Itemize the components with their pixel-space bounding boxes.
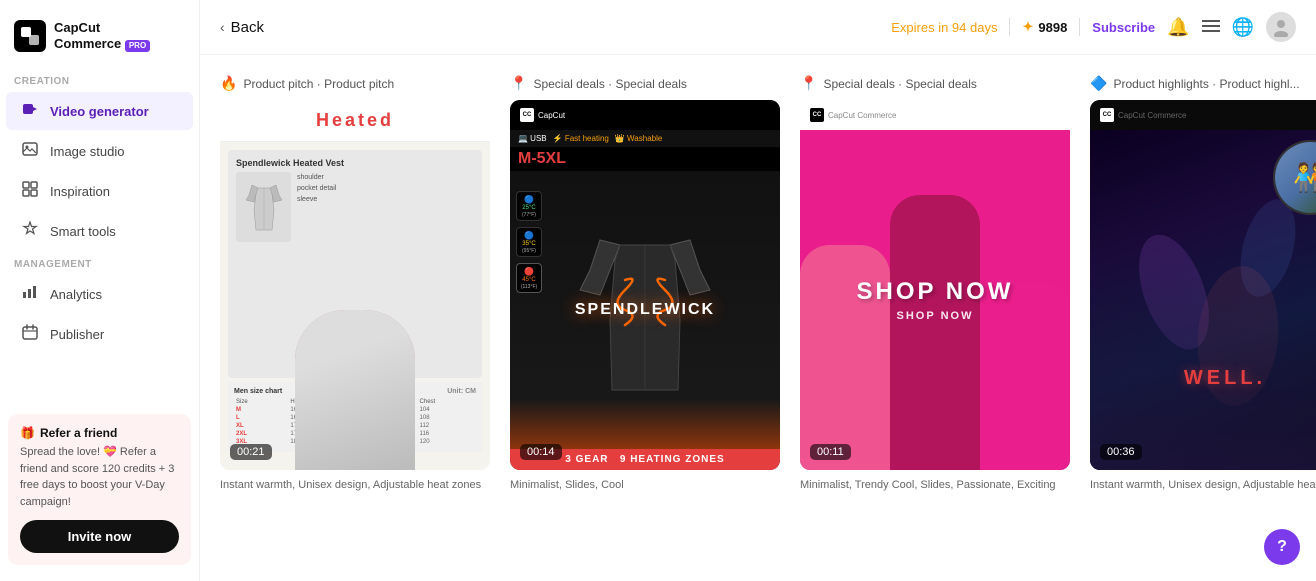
card-3-video[interactable]: CC CapCut Commerce SHOP NOW (800, 100, 1070, 470)
smart-tools-icon (20, 221, 40, 241)
publisher-icon (20, 324, 40, 344)
refer-friend-box: 🎁 Refer a friend Spread the love! 💝 Refe… (8, 414, 191, 565)
sidebar: CapCut Commerce PRO Creation Video gener… (0, 0, 200, 581)
menu-button[interactable] (1202, 17, 1220, 38)
card-4-type-icon: 🔷 (1090, 75, 1107, 92)
user-avatar[interactable] (1266, 12, 1296, 42)
help-icon: ? (1277, 538, 1287, 556)
video-generator-icon (20, 101, 40, 121)
topbar-right: Expires in 94 days ✦ 9898 Subscribe 🔔 🌐 (891, 12, 1296, 42)
sidebar-item-label: Smart tools (50, 224, 116, 239)
app-logo-icon (14, 20, 46, 52)
credits-icon: ✦ (1022, 19, 1033, 35)
sidebar-item-label: Inspiration (50, 184, 110, 199)
back-button[interactable]: ‹ Back (220, 19, 264, 36)
gift-icon: 🎁 (20, 426, 35, 440)
video-card-1: 🔥 Product pitch · Product pitch Heated S… (220, 75, 490, 561)
inspiration-icon (20, 181, 40, 201)
creation-section-label: Creation (0, 68, 199, 91)
refer-title: 🎁 Refer a friend (20, 426, 179, 440)
card-4-header: 🔷 Product highlights · Product highl... (1090, 75, 1316, 92)
card-4-video[interactable]: CC CapCut Commerce 🧑‍🤝‍🧑 (1090, 100, 1316, 470)
card-2-type-label: Special deals · Special deals (533, 77, 686, 91)
video-card-3: 📍 Special deals · Special deals CC CapCu… (800, 75, 1070, 561)
expires-label: Expires in 94 days (891, 20, 997, 35)
sidebar-item-video-generator[interactable]: Video generator (6, 92, 193, 130)
subscribe-button[interactable]: Subscribe (1092, 20, 1155, 35)
bell-icon: 🔔 (1167, 17, 1189, 37)
card-3-header: 📍 Special deals · Special deals (800, 75, 1070, 92)
management-section-label: Management (0, 251, 199, 274)
notifications-button[interactable]: 🔔 (1167, 17, 1189, 38)
app-name: CapCut Commerce PRO (54, 20, 150, 51)
sidebar-item-label: Video generator (50, 104, 149, 119)
card-2-desc: Minimalist, Slides, Cool (510, 478, 780, 493)
card-1-type-label: Product pitch · Product pitch (243, 77, 394, 91)
card-3-desc: Minimalist, Trendy Cool, Slides, Passion… (800, 478, 1070, 493)
card-4-duration: 00:36 (1100, 444, 1142, 460)
card-2-header: 📍 Special deals · Special deals (510, 75, 780, 92)
sidebar-item-image-studio[interactable]: Image studio (6, 132, 193, 170)
card-3-type-label: Special deals · Special deals (823, 77, 976, 91)
analytics-icon (20, 284, 40, 304)
refer-desc: Spread the love! 💝 Refer a friend and sc… (20, 444, 179, 510)
topbar-divider-2 (1079, 18, 1080, 36)
invite-button[interactable]: Invite now (20, 520, 179, 553)
topbar-divider-1 (1009, 18, 1010, 36)
main-content: ‹ Back Expires in 94 days ✦ 9898 Subscri… (200, 0, 1316, 581)
card-1-desc: Instant warmth, Unisex design, Adjustabl… (220, 478, 490, 493)
card-3-duration: 00:11 (810, 444, 851, 460)
help-button[interactable]: ? (1264, 529, 1300, 565)
sidebar-item-label: Publisher (50, 327, 104, 342)
globe-icon: 🌐 (1232, 17, 1254, 37)
sidebar-item-label: Image studio (50, 144, 124, 159)
sidebar-item-label: Analytics (50, 287, 102, 302)
credits-button[interactable]: ✦ 9898 (1022, 19, 1067, 35)
card-2-type-icon: 📍 (510, 75, 527, 92)
menu-icon (1202, 17, 1220, 37)
card-1-header: 🔥 Product pitch · Product pitch (220, 75, 490, 92)
card-4-type-label: Product highlights · Product highl... (1113, 77, 1299, 91)
video-card-4: 🔷 Product highlights · Product highl... … (1090, 75, 1316, 561)
video-card-2: 📍 Special deals · Special deals CC CapCu… (510, 75, 780, 561)
card-1-duration: 00:21 (230, 444, 272, 460)
card-3-type-icon: 📍 (800, 75, 817, 92)
back-chevron-icon: ‹ (220, 19, 225, 35)
topbar: ‹ Back Expires in 94 days ✦ 9898 Subscri… (200, 0, 1316, 55)
cards-container: 🔥 Product pitch · Product pitch Heated S… (200, 55, 1316, 581)
back-label: Back (231, 19, 264, 36)
card-2-video[interactable]: CC CapCut 💻 USB ⚡ Fast heating 👑 Washabl… (510, 100, 780, 470)
card-1-video[interactable]: Heated Spendlewick Heated Vest (220, 100, 490, 470)
sidebar-item-publisher[interactable]: Publisher (6, 315, 193, 353)
card-1-type-icon: 🔥 (220, 75, 237, 92)
sidebar-item-inspiration[interactable]: Inspiration (6, 172, 193, 210)
image-studio-icon (20, 141, 40, 161)
language-button[interactable]: 🌐 (1232, 17, 1254, 38)
card-2-duration: 00:14 (520, 444, 562, 460)
logo-area: CapCut Commerce PRO (0, 12, 199, 68)
sidebar-item-smart-tools[interactable]: Smart tools (6, 212, 193, 250)
card-4-desc: Instant warmth, Unisex design, Adjustabl… (1090, 478, 1316, 493)
sidebar-item-analytics[interactable]: Analytics (6, 275, 193, 313)
credits-value: 9898 (1038, 20, 1067, 35)
